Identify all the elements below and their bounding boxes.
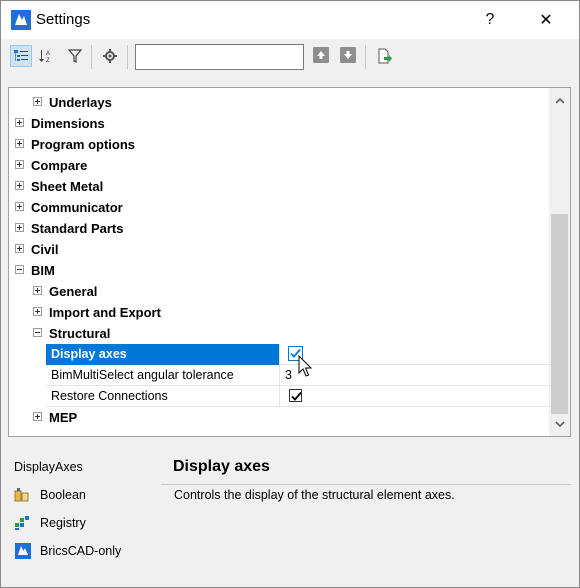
expand-icon[interactable] [15,181,24,190]
svg-text:Z: Z [46,58,50,64]
tree-node-label: Program options [31,137,136,152]
tree-node-label: BIM [31,263,55,278]
bricscad-logo-icon [11,10,31,30]
export-icon [378,48,392,64]
expand-icon[interactable] [15,202,24,211]
svg-text:A: A [46,51,50,57]
expand-icon[interactable] [15,223,24,232]
tree-node[interactable]: Sheet Metal [9,176,549,197]
toolbar: A Z [1,39,579,77]
variable-info: DisplayAxes Boolean Registry BricsCAD-on… [1,451,161,581]
collapse-icon[interactable] [33,328,42,337]
filter-button[interactable] [64,45,86,67]
expand-icon[interactable] [15,244,24,253]
window-title: Settings [36,11,91,28]
down-arrow-icon [344,51,352,59]
alphabetical-sort-button[interactable]: A Z [36,45,58,67]
up-arrow-icon [317,51,325,59]
next-match-button[interactable] [340,47,356,63]
tree-node[interactable]: Communicator [9,197,549,218]
categorized-view-button[interactable] [10,45,32,67]
variable-storage-label: Registry [40,516,86,530]
scroll-up-button[interactable] [549,90,570,110]
property-name: Restore Connections [46,386,280,407]
tree-node[interactable]: Program options [9,134,549,155]
filter-icon [67,49,83,63]
tree-node-label: Communicator [31,200,123,215]
settings-window: Settings ? ✕ A Z Underlays Dimensions Pr… [0,0,580,588]
tree-node[interactable]: Standard Parts [9,218,549,239]
description-divider [161,484,571,485]
title-bar: Settings ? ✕ [1,1,579,39]
settings-gear-icon [103,49,117,63]
property-name: Display axes [46,344,280,365]
tree-node[interactable]: BIM [9,260,549,281]
variable-type: Boolean [14,487,86,503]
tree-node[interactable]: Civil [9,239,549,260]
chevron-down-icon [554,420,565,427]
tree-node-label: Underlays [49,95,112,110]
expand-icon[interactable] [15,118,24,127]
tree-node[interactable]: Structural [9,323,549,344]
tree-node-label: Sheet Metal [31,179,104,194]
scrollbar-thumb[interactable] [551,214,568,414]
tree-node-label: General [49,284,98,299]
export-button[interactable] [373,45,395,67]
expand-icon[interactable] [33,412,42,421]
expand-icon[interactable] [15,160,24,169]
tree-node[interactable]: Dimensions [9,113,549,134]
checkmark-icon [291,391,302,401]
expand-icon[interactable] [15,139,24,148]
settings-tree: Underlays Dimensions Program options Compar… [8,87,571,437]
property-checkbox[interactable] [281,344,549,365]
tree-node[interactable]: Underlays [9,92,549,113]
toolbar-separator [365,45,366,69]
tree-node-label: Civil [31,242,59,257]
registry-icon [15,516,29,530]
variable-name: DisplayAxes [14,460,83,474]
tree-node[interactable]: Compare [9,155,549,176]
tree-node-label: MEP [49,410,78,425]
previous-match-button[interactable] [313,47,329,63]
tree-node-label: Compare [31,158,88,173]
tree-node-label: Standard Parts [31,221,124,236]
expand-icon[interactable] [33,286,42,295]
scroll-down-button[interactable] [549,414,570,434]
tree-node-label: Dimensions [31,116,105,131]
property-row[interactable]: Restore Connections [46,386,549,407]
bricscad-logo-icon [15,543,31,559]
search-input[interactable] [135,44,304,70]
vertical-scrollbar[interactable] [549,88,570,436]
tree-node[interactable]: General [9,281,549,302]
variable-storage: Registry [14,515,86,531]
property-checkbox[interactable] [281,386,549,407]
expand-icon[interactable] [33,307,42,316]
help-button[interactable]: ? [467,1,513,39]
toolbar-separator [127,45,128,69]
chevron-up-icon [554,97,565,104]
checkbox[interactable] [289,389,302,402]
tree-node-label: Import and Export [49,305,161,320]
description-text: Controls the display of the structural e… [174,488,455,502]
boolean-type-icon [14,488,29,502]
variable-product: BricsCAD-only [14,543,121,559]
alphabetical-sort-icon: A Z [39,50,50,64]
tree-node[interactable]: Import and Export [9,302,549,323]
toolbar-separator [91,45,92,69]
categorized-view-icon [14,50,28,61]
variable-name-label: DisplayAxes [14,460,83,474]
variable-product-label: BricsCAD-only [40,544,122,558]
description-title: Display axes [173,458,270,475]
tree-node[interactable]: MEP [9,407,549,428]
collapse-icon[interactable] [15,265,24,274]
close-button[interactable]: ✕ [523,1,569,39]
property-value[interactable]: 3 [281,365,549,386]
property-name: BimMultiSelect angular tolerance [46,365,280,386]
mouse-cursor-icon [298,355,313,377]
settings-options-button[interactable] [99,45,121,67]
tree-node-label: Structural [49,326,111,341]
expand-icon[interactable] [33,97,42,106]
variable-type-label: Boolean [40,488,86,502]
